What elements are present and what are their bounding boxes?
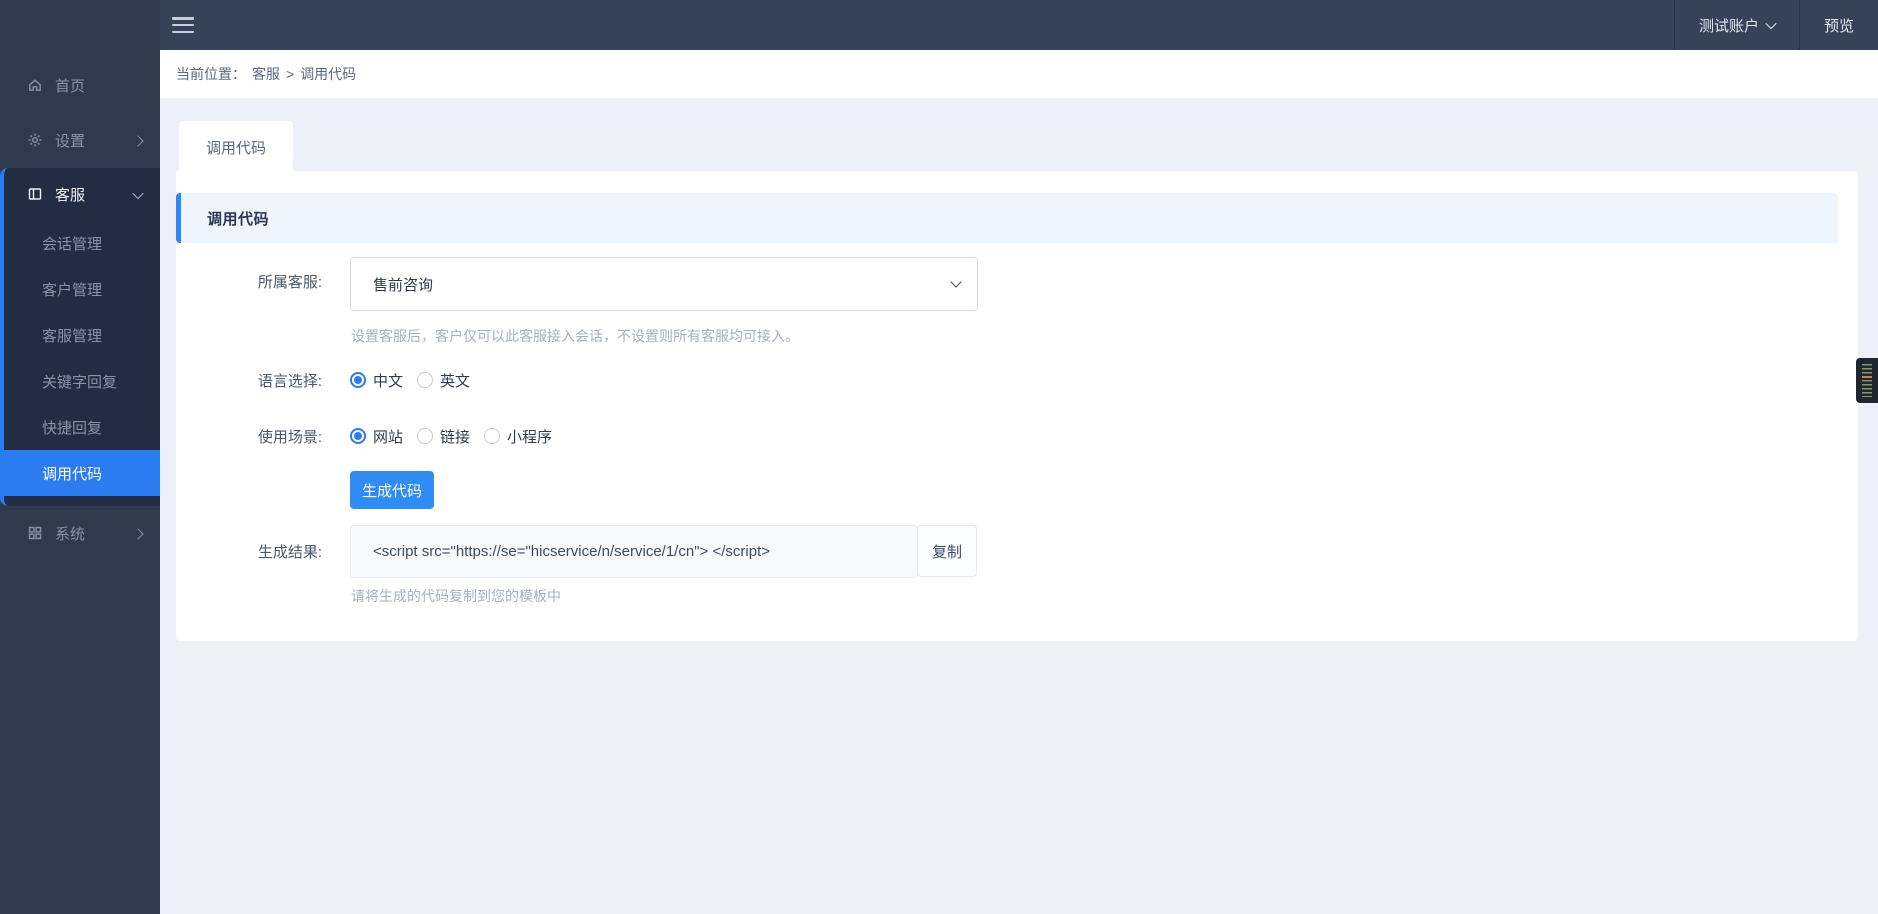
sidebar-item-customer-mgmt[interactable]: 客户管理 [4, 266, 160, 312]
sidebar-item-home[interactable]: 首页 [0, 62, 160, 108]
belong-service-select[interactable]: 售前咨询 [350, 257, 978, 311]
sidebar-item-label: 系统 [55, 523, 85, 544]
breadcrumb-separator: > [286, 66, 294, 82]
menu-toggle-icon[interactable] [172, 17, 194, 33]
panel-icon [27, 186, 43, 202]
radio-link[interactable]: 链接 [417, 426, 470, 447]
radio-chinese[interactable]: 中文 [350, 370, 403, 391]
sidebar-item-service[interactable]: 客服 [4, 168, 160, 220]
gear-icon [27, 132, 43, 148]
result-label: 生成结果: [176, 541, 322, 562]
sidebar-item-service-mgmt[interactable]: 客服管理 [4, 312, 160, 358]
sidebar-item-quick-reply[interactable]: 快捷回复 [4, 404, 160, 450]
preview-button[interactable]: 预览 [1800, 0, 1878, 50]
radio-checked-icon [350, 372, 366, 388]
sidebar-item-label: 首页 [55, 75, 85, 96]
account-label: 测试账户 [1699, 15, 1759, 36]
home-icon [27, 77, 43, 93]
sidebar-item-keyword-reply[interactable]: 关键字回复 [4, 358, 160, 404]
sidebar-item-invoke-code[interactable]: 调用代码 [0, 450, 160, 496]
sidebar-item-settings[interactable]: 设置 [0, 117, 160, 163]
sidebar-item-session-mgmt[interactable]: 会话管理 [4, 220, 160, 266]
breadcrumb-current: 调用代码 [300, 64, 356, 84]
content-card: 调用代码 所属客服: 售前咨询 设置客服后，客户仅可以此客服接入会话，不设置则所… [176, 171, 1858, 641]
breadcrumb-section[interactable]: 客服 [252, 64, 280, 84]
copy-button[interactable]: 复制 [917, 525, 977, 577]
language-label: 语言选择: [176, 370, 322, 391]
sidebar-group-service: 客服 会话管理 客户管理 客服管理 关键字回复 快捷回复 调用代码 [0, 168, 160, 506]
chevron-right-icon [134, 132, 142, 149]
panel-header: 调用代码 [176, 193, 1838, 243]
sidebar-item-system[interactable]: 系统 [0, 510, 160, 556]
radio-unchecked-icon [484, 428, 500, 444]
belong-service-label: 所属客服: [176, 271, 322, 292]
radio-miniprogram[interactable]: 小程序 [484, 426, 552, 447]
radio-unchecked-icon [417, 372, 433, 388]
belong-service-hint: 设置客服后，客户仅可以此客服接入会话，不设置则所有客服均可接入。 [351, 326, 799, 346]
floating-tab-stripes-icon [1862, 364, 1872, 397]
topbar: 测试账户 预览 [160, 0, 1878, 50]
result-hint: 请将生成的代码复制到您的模板中 [351, 586, 561, 606]
panel-title: 调用代码 [207, 208, 269, 229]
floating-tab-widget[interactable] [1856, 358, 1878, 403]
chevron-right-icon [134, 525, 142, 542]
result-code-field[interactable]: <script src="https://se="hicservice/n/se… [350, 525, 918, 578]
select-value: 售前咨询 [373, 274, 433, 295]
radio-checked-icon [350, 428, 366, 444]
radio-website[interactable]: 网站 [350, 426, 403, 447]
chevron-down-icon [134, 186, 142, 203]
breadcrumb: 当前位置： 客服 > 调用代码 [160, 50, 1878, 98]
chevron-down-icon [1765, 18, 1776, 29]
result-code-value: <script src="https://se="hicservice/n/se… [373, 543, 770, 560]
sidebar: 首页 设置 客服 会话管理 客户管理 客服管理 关键字回复 快捷回复 调用代码 … [0, 0, 160, 914]
radio-english[interactable]: 英文 [417, 370, 470, 391]
tab-invoke-code[interactable]: 调用代码 [179, 121, 293, 173]
grid-icon [27, 525, 43, 541]
breadcrumb-prefix: 当前位置： [176, 64, 246, 84]
scene-label: 使用场景: [176, 426, 322, 447]
sidebar-item-label: 设置 [55, 130, 85, 151]
radio-unchecked-icon [417, 428, 433, 444]
language-radio-group: 中文 英文 [350, 367, 470, 393]
generate-code-button[interactable]: 生成代码 [350, 471, 434, 509]
scene-radio-group: 网站 链接 小程序 [350, 423, 552, 449]
sidebar-item-label: 客服 [55, 184, 85, 205]
account-dropdown[interactable]: 测试账户 [1675, 0, 1799, 50]
select-arrow-icon [950, 276, 961, 287]
